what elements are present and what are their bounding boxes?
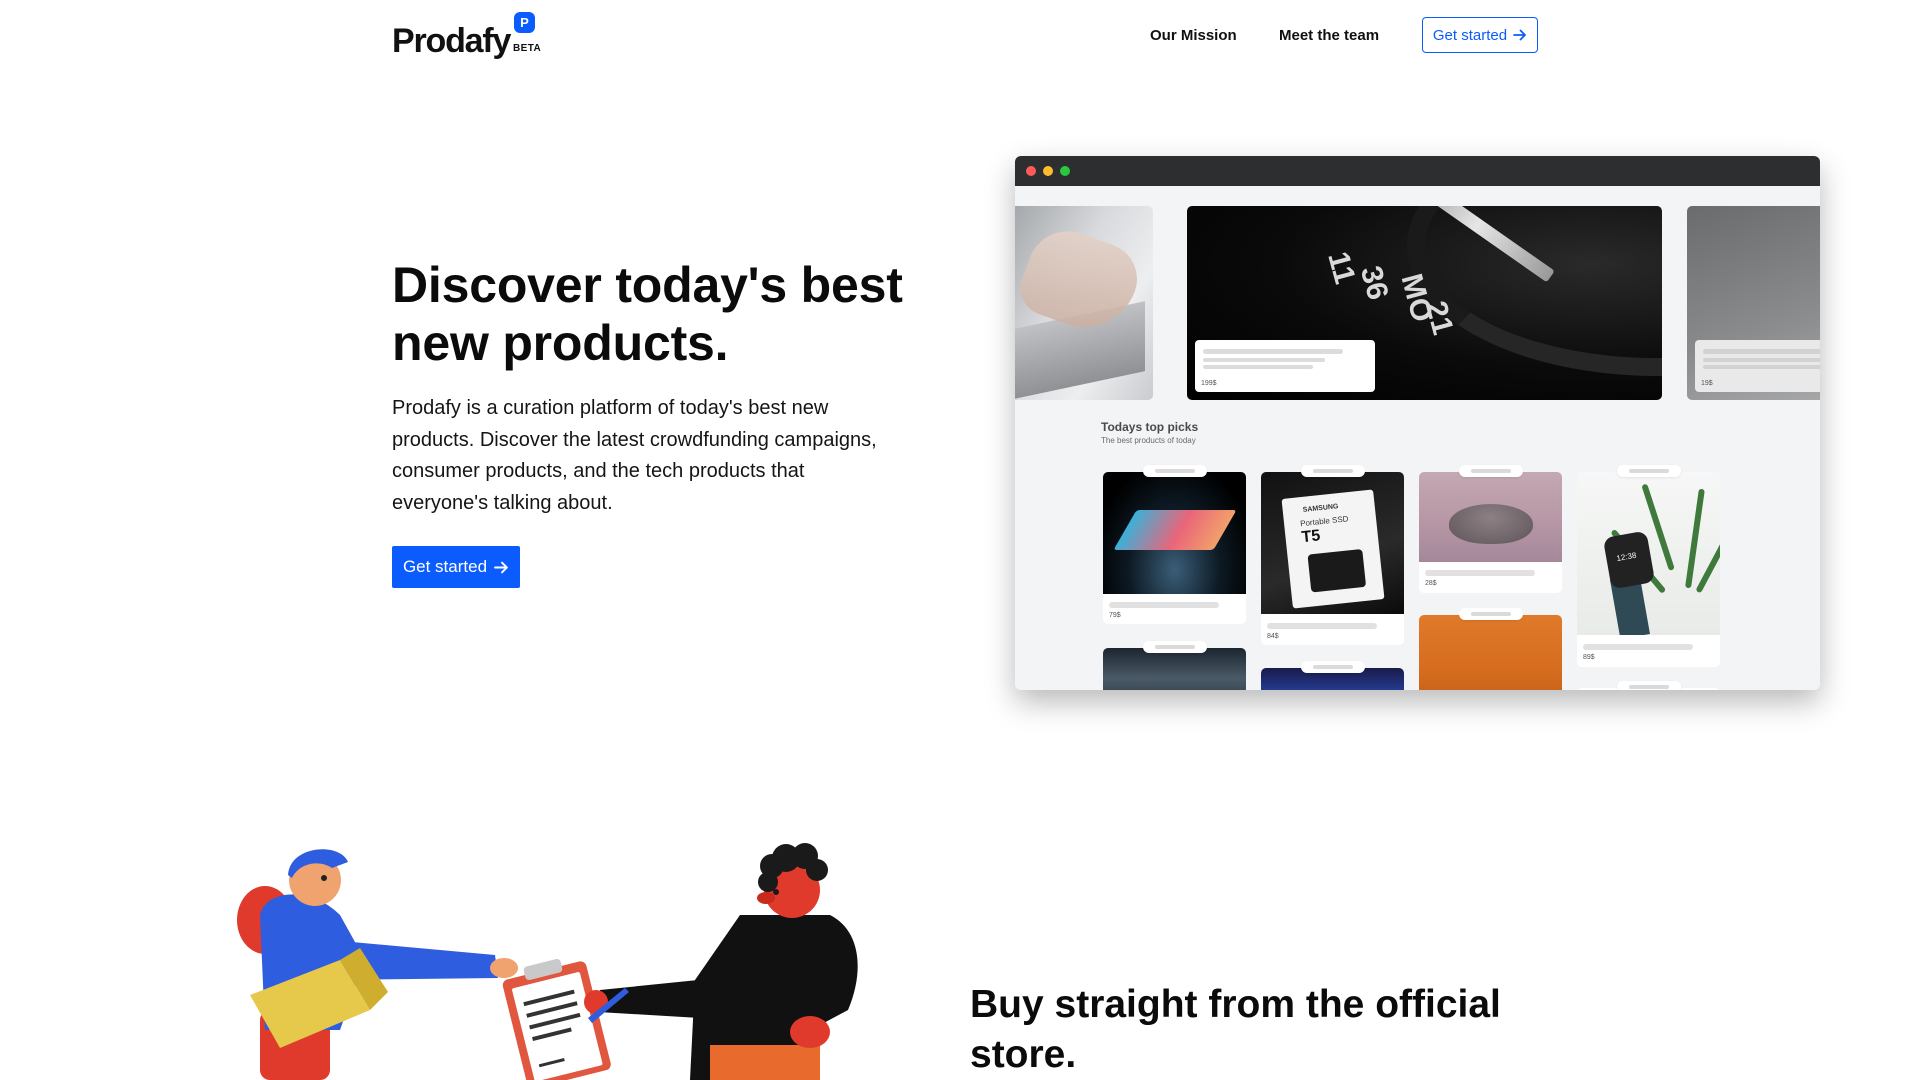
card-tab [1301,465,1365,477]
skeleton-line [1109,602,1219,608]
client-legs-shape [710,1045,820,1080]
client-hair-shape [806,859,828,881]
skeleton-line [1703,358,1820,362]
hero-description: Prodafy is a curation platform of today'… [392,397,877,514]
skeleton-line [1583,644,1693,650]
laptop-lid-shape [1113,510,1237,550]
client-back-hand-shape [790,1016,830,1048]
skeleton-line [1703,349,1820,354]
product-card-partial[interactable] [1103,641,1246,690]
courier-eye-shape [321,875,327,881]
skeleton-line [1203,358,1325,362]
product-price: 79$ [1109,612,1121,619]
product-card-ssd[interactable]: SAMSUNG Portable SSD T5 84$ [1261,465,1404,645]
product-card-smartwatch[interactable]: 12:38 89$ [1577,465,1720,667]
nav-get-started-label: Get started [1432,26,1508,44]
client-hair-shape [758,872,778,892]
skeleton-line [1425,570,1535,576]
ssd-brand: SAMSUNG [1302,503,1339,514]
arrow-right-icon [1513,29,1526,41]
beta-tag: BETA [513,43,542,54]
carousel-slide-left [1015,206,1153,400]
product-card-speaker[interactable]: 28$ [1419,465,1562,593]
skeleton-line [1203,365,1313,369]
right-product-card: 19$ [1695,340,1820,392]
card-tab [1617,465,1681,477]
arrow-right-icon [494,561,508,573]
speaker-shape [1449,504,1533,544]
smartwatch-image: 12:38 [1577,472,1720,635]
card-tab [1617,681,1681,690]
product-card-partial[interactable] [1577,681,1720,690]
product-image [1419,615,1562,690]
ssd-model: Portable SSD [1299,514,1349,529]
carousel-slide-right: 19$ [1687,206,1820,400]
featured-product-card: 199$ [1195,340,1375,392]
carousel-slide-featured: 11 36 MO 21 199$ [1187,206,1662,400]
ssd-package: SAMSUNG Portable SSD T5 [1281,489,1385,609]
client-nose-shape [757,892,775,904]
hero-get-started-button[interactable]: Get started [392,546,520,588]
product-price: 84$ [1267,633,1279,640]
ssd-drive-shape [1307,548,1367,593]
nav-get-started-button[interactable]: Get started [1422,17,1538,53]
delivery-illustration [237,843,858,1080]
watch-bezel-image [1407,206,1662,376]
app-preview-mockup: 11 36 MO 21 199$ 19$ Todays top picks Th… [1015,156,1820,690]
product-card-partial[interactable] [1419,608,1562,690]
ssd-image: SAMSUNG Portable SSD T5 [1261,472,1404,614]
section-title-official-store: Buy straight from the official store. [970,983,1501,1076]
watch-time: 12:38 [1615,550,1638,564]
ssd-name: T5 [1300,527,1322,547]
top-navigation: Prodafy P BETA Our Mission Meet the team… [0,0,1920,70]
laptop-image [1103,472,1246,594]
window-maximize-dot [1060,166,1070,176]
product-image [1103,648,1246,690]
right-slide-price: 19$ [1701,380,1713,387]
nav-link-meet-the-team[interactable]: Meet the team [1279,27,1379,44]
featured-price: 199$ [1201,380,1217,387]
prodafy-logo[interactable]: Prodafy P BETA [392,12,542,60]
courier-hand-shape [490,958,518,978]
top-picks-title: Todays top picks [1101,420,1199,434]
preview-content: 11 36 MO 21 199$ 19$ Todays top picks Th… [1015,186,1820,690]
logo-wordmark: Prodafy [392,22,511,60]
hero-title: Discover today's best new products. [392,257,903,371]
client-eye-shape [773,889,779,895]
top-picks-subtitle: The best products of today [1101,436,1196,445]
card-tab [1301,661,1365,673]
skeleton-line [1203,349,1343,354]
product-card-laptop[interactable]: 79$ [1103,465,1246,624]
product-price: 89$ [1583,654,1595,661]
browser-titlebar [1015,156,1820,186]
product-card-partial[interactable] [1261,661,1404,690]
plant-leaf [1685,488,1705,589]
watch-face-shape: 12:38 [1602,530,1656,590]
hero-get-started-label: Get started [402,557,488,576]
logo-badge: P [514,12,535,33]
window-minimize-dot [1043,166,1053,176]
card-tab [1459,608,1523,620]
card-tab [1459,465,1523,477]
window-close-dot [1026,166,1036,176]
skeleton-line [1703,365,1820,369]
speaker-image [1419,472,1562,562]
skeleton-line [1267,623,1377,629]
nav-link-our-mission[interactable]: Our Mission [1150,27,1237,44]
product-price: 28$ [1425,580,1437,587]
watch-number: 36 [1353,262,1395,304]
card-tab [1143,641,1207,653]
card-tab [1143,465,1207,477]
